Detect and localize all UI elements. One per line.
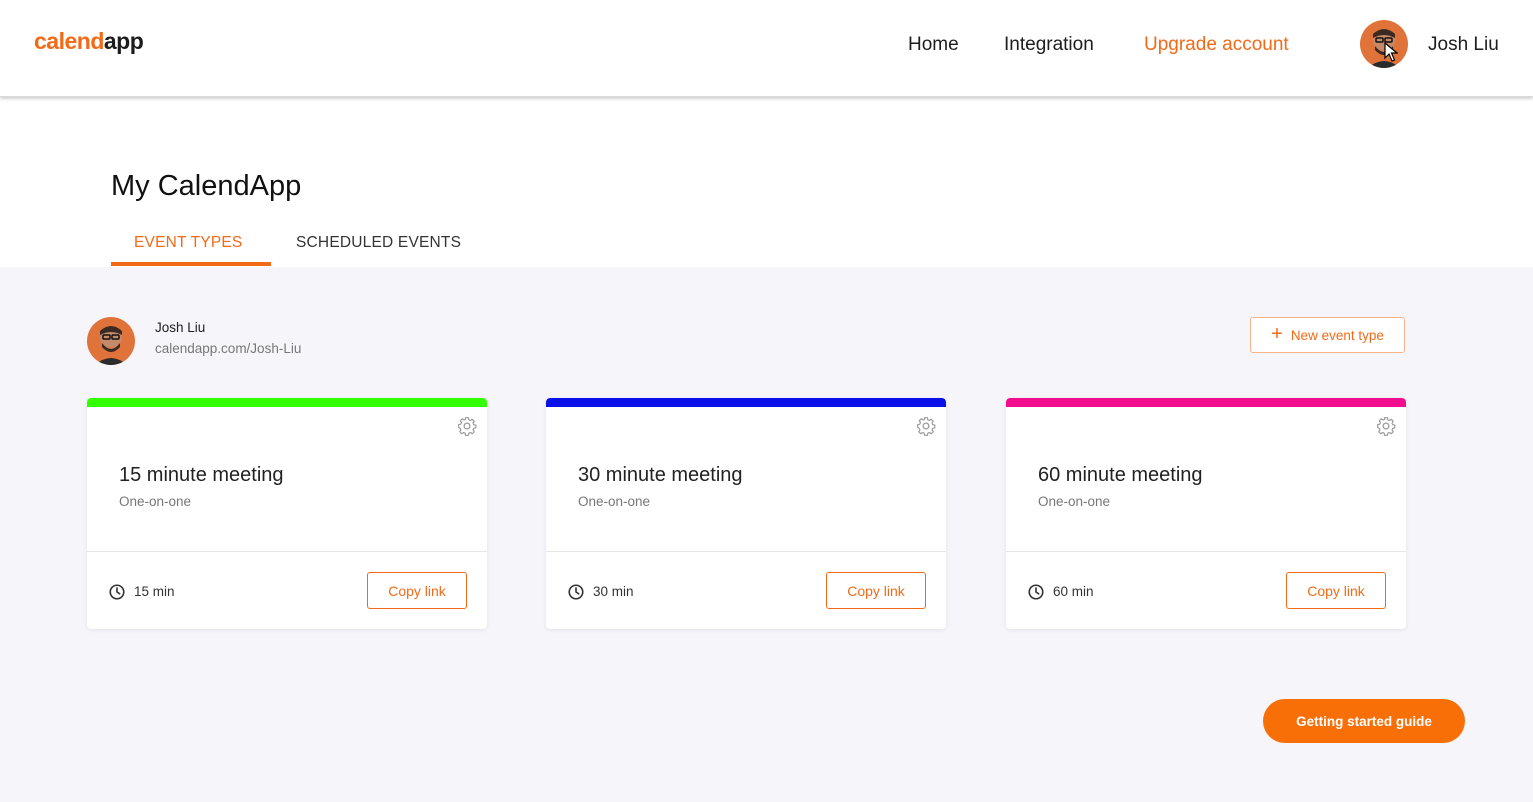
event-title[interactable]: 30 minute meeting (578, 464, 743, 487)
event-color-bar (87, 398, 487, 407)
gear-icon[interactable] (1376, 416, 1396, 436)
card-divider (1006, 551, 1406, 552)
event-color-bar (546, 398, 946, 407)
top-navbar: calendapp Home Integration Upgrade accou… (0, 0, 1533, 97)
cursor-icon (1384, 42, 1398, 62)
copy-link-button[interactable]: Copy link (1286, 572, 1386, 609)
copy-link-button[interactable]: Copy link (367, 572, 467, 609)
profile-url[interactable]: calendapp.com/Josh-Liu (155, 341, 301, 356)
user-name[interactable]: Josh Liu (1428, 34, 1499, 56)
event-type-label: One-on-one (119, 494, 192, 509)
nav-upgrade-account-link[interactable]: Upgrade account (1144, 34, 1289, 56)
clock-icon (568, 584, 584, 600)
plus-icon: + (1271, 323, 1283, 345)
event-card: 15 minute meeting One-on-one 15 min Copy… (87, 398, 487, 629)
event-type-label: One-on-one (578, 494, 651, 509)
event-duration: 60 min (1053, 584, 1094, 599)
page-title: My CalendApp (111, 170, 302, 202)
calendapp-logo[interactable]: calendapp (34, 28, 144, 55)
tab-event-types[interactable]: EVENT TYPES (134, 234, 242, 252)
gear-icon[interactable] (916, 416, 936, 436)
tab-scheduled-events[interactable]: SCHEDULED EVENTS (296, 234, 461, 252)
event-title[interactable]: 15 minute meeting (119, 464, 284, 487)
card-divider (546, 551, 946, 552)
event-color-bar (1006, 398, 1406, 407)
event-duration: 15 min (134, 584, 175, 599)
event-type-label: One-on-one (1038, 494, 1111, 509)
copy-link-button[interactable]: Copy link (826, 572, 926, 609)
event-title[interactable]: 60 minute meeting (1038, 464, 1203, 487)
active-tab-indicator (111, 262, 271, 266)
clock-icon (109, 584, 125, 600)
nav-integration-link[interactable]: Integration (1004, 34, 1094, 56)
card-divider (87, 551, 487, 552)
clock-icon (1028, 584, 1044, 600)
new-event-type-button[interactable]: + New event type (1250, 317, 1405, 353)
nav-home-link[interactable]: Home (908, 34, 959, 56)
event-card: 60 minute meeting One-on-one 60 min Copy… (1006, 398, 1406, 629)
profile-name: Josh Liu (155, 320, 206, 335)
getting-started-guide-button[interactable]: Getting started guide (1263, 699, 1465, 743)
avatar (87, 317, 135, 365)
event-card: 30 minute meeting One-on-one 30 min Copy… (546, 398, 946, 629)
event-duration: 30 min (593, 584, 634, 599)
gear-icon[interactable] (457, 416, 477, 436)
new-event-type-label: New event type (1290, 327, 1384, 343)
